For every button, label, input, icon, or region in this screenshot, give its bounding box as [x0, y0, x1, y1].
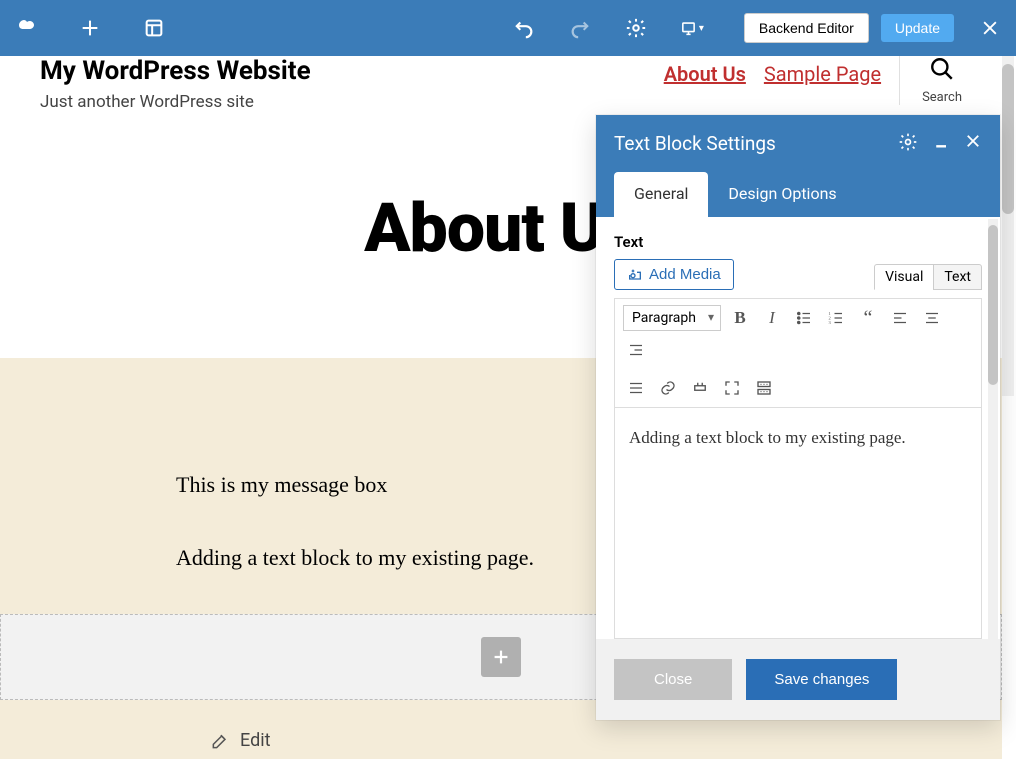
nav-links: About Us Sample Page — [664, 62, 881, 86]
save-changes-button[interactable]: Save changes — [746, 659, 897, 700]
toolbar-toggle-icon[interactable] — [751, 375, 777, 401]
panel-tabs: General Design Options — [596, 172, 1000, 217]
editor-mode-visual[interactable]: Visual — [874, 264, 933, 290]
editor-mode-text[interactable]: Text — [933, 264, 982, 290]
panel-close-icon[interactable] — [964, 132, 982, 156]
redo-icon[interactable] — [568, 16, 592, 40]
edit-link-label: Edit — [240, 730, 270, 751]
align-left-icon[interactable] — [887, 305, 913, 331]
update-button[interactable]: Update — [881, 14, 954, 42]
unlink-icon[interactable] — [687, 375, 713, 401]
backend-editor-button[interactable]: Backend Editor — [744, 13, 869, 43]
panel-settings-icon[interactable] — [898, 132, 918, 156]
tab-design-options[interactable]: Design Options — [708, 172, 856, 217]
panel-header: Text Block Settings _ — [596, 115, 1000, 172]
italic-icon[interactable]: I — [759, 305, 785, 331]
editor-content[interactable]: Adding a text block to my existing page. — [614, 407, 982, 639]
undo-icon[interactable] — [512, 16, 536, 40]
align-right-icon[interactable] — [623, 337, 649, 363]
site-title: My WordPress Website — [40, 56, 311, 86]
quote-icon[interactable]: “ — [855, 305, 881, 331]
close-button[interactable]: Close — [614, 659, 732, 700]
numbered-list-icon[interactable]: 123 — [823, 305, 849, 331]
svg-text:3: 3 — [828, 320, 831, 325]
template-icon[interactable] — [142, 16, 166, 40]
logo-icon[interactable] — [14, 16, 38, 40]
search-toggle[interactable]: Search — [899, 56, 962, 105]
add-element-icon[interactable] — [78, 16, 102, 40]
panel-minimize-icon[interactable]: _ — [936, 132, 946, 156]
nav-link-sample-page[interactable]: Sample Page — [764, 62, 881, 86]
align-center-icon[interactable] — [919, 305, 945, 331]
site-branding: My WordPress Website Just another WordPr… — [40, 56, 311, 112]
editor-toolbar: Paragraph B I 123 “ — [614, 298, 982, 407]
bold-icon[interactable]: B — [727, 305, 753, 331]
text-field-label: Text — [596, 233, 1000, 259]
settings-icon[interactable] — [624, 16, 648, 40]
header-nav-group: About Us Sample Page Search — [664, 56, 962, 105]
tab-general[interactable]: General — [614, 172, 708, 217]
page-scrollbar[interactable] — [1002, 56, 1014, 396]
add-media-button[interactable]: Add Media — [614, 259, 734, 290]
responsive-icon[interactable]: ▾ — [680, 16, 704, 40]
media-row: Add Media Visual Text — [596, 259, 1000, 298]
format-select[interactable]: Paragraph — [623, 305, 721, 331]
editor-mode-tabs: Visual Text — [874, 264, 982, 290]
search-label: Search — [922, 90, 962, 105]
panel-header-icons: _ — [898, 132, 982, 156]
close-editor-icon[interactable] — [978, 16, 1002, 40]
panel-title: Text Block Settings — [614, 132, 898, 155]
link-icon[interactable] — [655, 375, 681, 401]
topbar-right-group: Backend Editor Update — [744, 13, 1002, 43]
panel-footer: Close Save changes — [596, 639, 1000, 720]
bullet-list-icon[interactable] — [791, 305, 817, 331]
site-tagline: Just another WordPress site — [40, 92, 311, 112]
topbar-center-group: ▾ — [512, 16, 704, 40]
text-block-settings-panel: Text Block Settings _ General Design Opt… — [596, 115, 1000, 720]
page-scrollbar-thumb[interactable] — [1002, 64, 1014, 214]
align-justify-icon[interactable] — [623, 375, 649, 401]
panel-scrollbar-thumb[interactable] — [988, 225, 998, 385]
topbar-left-group — [14, 16, 166, 40]
add-element-button[interactable] — [481, 637, 521, 677]
nav-link-about-us[interactable]: About Us — [664, 62, 746, 86]
add-media-label: Add Media — [649, 266, 721, 283]
fullscreen-icon[interactable] — [719, 375, 745, 401]
top-toolbar: ▾ Backend Editor Update — [0, 0, 1016, 56]
panel-scrollbar[interactable] — [988, 219, 998, 640]
panel-body: Text Add Media Visual Text Paragraph B I… — [596, 217, 1000, 639]
